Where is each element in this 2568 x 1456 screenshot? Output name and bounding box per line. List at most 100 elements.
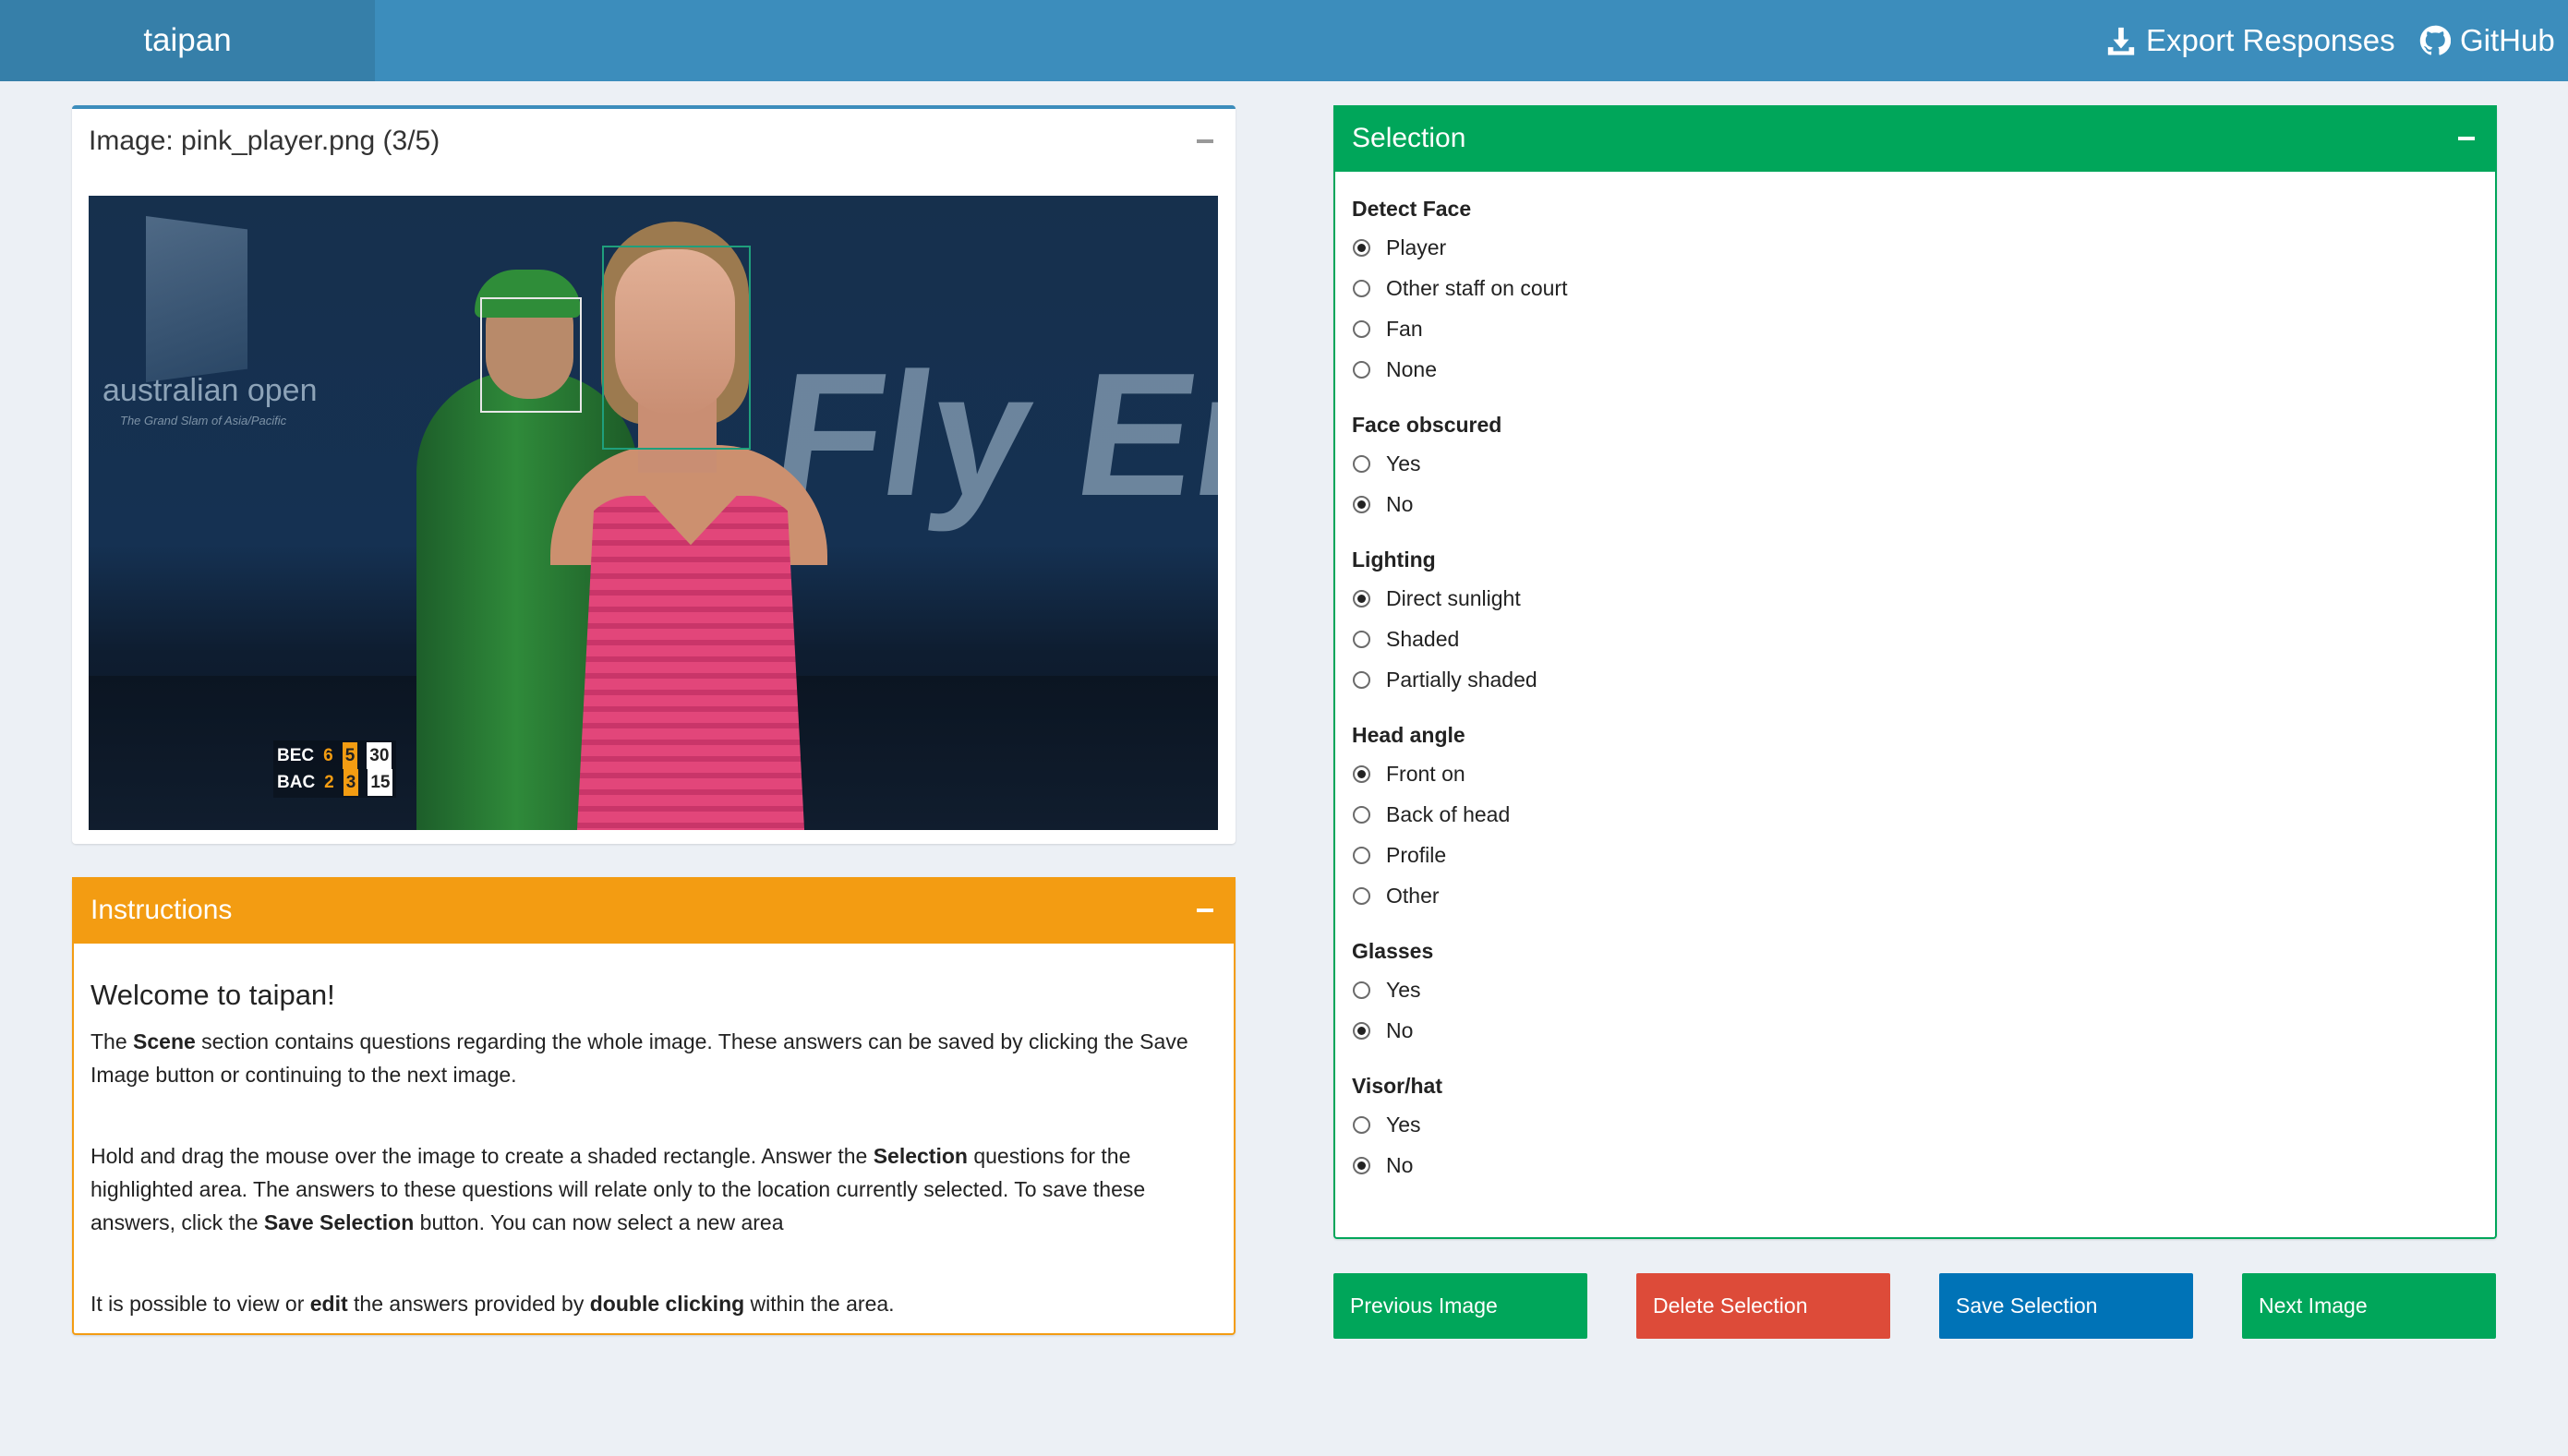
radio-option-label: Partially shaded (1386, 667, 1537, 692)
scoreboard-games: 2 (324, 773, 334, 792)
active-selection-rectangle[interactable] (602, 246, 751, 450)
radio-option-label: Yes (1386, 1112, 1421, 1137)
radio-option-label: Shaded (1386, 626, 1460, 651)
save-selection-button[interactable]: Save Selection (1939, 1273, 2193, 1339)
radio-option[interactable]: Profile (1352, 835, 2478, 875)
radio-button-selected[interactable] (1353, 495, 1370, 513)
export-responses-link[interactable]: Export Responses (2105, 0, 2395, 81)
delete-selection-button[interactable]: Delete Selection (1636, 1273, 1890, 1339)
github-link[interactable]: GitHub (2419, 0, 2555, 81)
emphasis-save-selection: Save Selection (263, 1210, 415, 1234)
question-label: Head angle (1352, 723, 1465, 747)
previous-image-button[interactable]: Previous Image (1333, 1273, 1587, 1339)
radio-option[interactable]: Shaded (1352, 619, 2478, 659)
radio-option[interactable]: Yes (1352, 443, 2478, 484)
annotation-image[interactable]: australian open The Grand Slam of Asia/P… (89, 196, 1218, 830)
radio-option[interactable]: Player (1352, 227, 2478, 268)
radio-option[interactable]: None (1352, 349, 2478, 390)
radio-option[interactable]: No (1352, 484, 2478, 524)
radio-option[interactable]: Fan (1352, 308, 2478, 349)
radio-option[interactable]: Back of head (1352, 794, 2478, 835)
text-run: section contains questions regarding the… (90, 1029, 1188, 1087)
radio-option[interactable]: Front on (1352, 753, 2478, 794)
emphasis-edit: edit (309, 1292, 348, 1316)
question-label: Face obscured (1352, 413, 1502, 437)
instructions-body: Welcome to taipan! The Scene section con… (74, 944, 1234, 1320)
image-panel-collapse-button[interactable] (1195, 131, 1215, 151)
github-icon (2419, 25, 2451, 55)
scoreboard-team: BAC (277, 773, 316, 792)
radio-button[interactable] (1353, 279, 1370, 297)
radio-option[interactable]: Other (1352, 875, 2478, 916)
text-run: The (90, 1029, 134, 1053)
radio-option[interactable]: Other staff on court (1352, 268, 2478, 308)
github-label: GitHub (2460, 23, 2555, 57)
question-group: Visor/hat Yes No (1352, 1067, 2478, 1185)
radio-button[interactable] (1353, 886, 1370, 905)
tv-scoreboard: BEC 6 5 30 BAC 2 3 15 (273, 740, 397, 798)
radio-button-selected[interactable] (1353, 589, 1370, 608)
radio-button[interactable] (1353, 1115, 1370, 1134)
tournament-logo-text: australian open (102, 373, 318, 408)
radio-option[interactable]: Yes (1352, 969, 2478, 1010)
radio-button[interactable] (1353, 360, 1370, 379)
scoreboard-row: BEC 6 5 30 (277, 742, 392, 769)
radio-button[interactable] (1353, 630, 1370, 648)
radio-option-label: Direct sunlight (1386, 585, 1521, 610)
radio-option-label: No (1386, 491, 1414, 516)
text-run: within the area. (744, 1292, 895, 1316)
player-tank-top (576, 496, 805, 830)
next-image-button[interactable]: Next Image (2242, 1273, 2496, 1339)
radio-button[interactable] (1353, 454, 1370, 473)
scoreboard-row: BAC 2 3 15 (277, 769, 393, 796)
radio-option-label: Other staff on court (1386, 275, 1568, 300)
image-panel: Image: pink_player.png (3/5) australian … (72, 105, 1236, 844)
radio-option[interactable]: Direct sunlight (1352, 578, 2478, 619)
scoreboard-points: 15 (368, 769, 393, 796)
instructions-paragraph-selection: Hold and drag the mouse over the image t… (90, 1139, 1217, 1239)
radio-button-selected[interactable] (1353, 238, 1370, 257)
selection-collapse-button[interactable] (2456, 128, 2477, 149)
scoreboard-games: 6 (323, 746, 333, 765)
radio-option-label: No (1386, 1017, 1414, 1042)
radio-button[interactable] (1353, 670, 1370, 689)
image-panel-title: Image: pink_player.png (3/5) (89, 126, 440, 156)
scoreboard-team: BEC (277, 746, 315, 765)
radio-button[interactable] (1353, 981, 1370, 999)
emphasis-selection: Selection (873, 1144, 968, 1168)
question-label: Visor/hat (1352, 1074, 1442, 1098)
radio-option[interactable]: No (1352, 1145, 2478, 1185)
radio-option[interactable]: Partially shaded (1352, 659, 2478, 700)
scoreboard-points: 30 (367, 742, 392, 769)
download-icon (2107, 27, 2135, 55)
selection-title: Selection (1352, 123, 1466, 153)
radio-button-selected[interactable] (1353, 1156, 1370, 1174)
text-run: It is possible to view or (90, 1292, 310, 1316)
instructions-collapse-button[interactable] (1195, 900, 1215, 921)
radio-option[interactable]: No (1352, 1010, 2478, 1051)
text-run: Hold and drag the mouse over the image t… (90, 1144, 874, 1168)
export-responses-label: Export Responses (2146, 23, 2395, 57)
question-label: Detect Face (1352, 197, 1472, 221)
text-run: the answers provided by (347, 1292, 590, 1316)
app-brand[interactable]: taipan (0, 0, 375, 81)
radio-button-selected[interactable] (1353, 764, 1370, 783)
emphasis-scene: Scene (133, 1029, 196, 1053)
radio-option-label: No (1386, 1152, 1414, 1177)
instructions-title: Instructions (90, 895, 233, 925)
radio-button[interactable] (1353, 805, 1370, 824)
radio-button-selected[interactable] (1353, 1021, 1370, 1040)
radio-button[interactable] (1353, 846, 1370, 864)
question-group: Detect Face Player Other staff on court Fan… (1352, 190, 2478, 390)
saved-selection-rectangle[interactable] (480, 297, 582, 413)
radio-option-label: Player (1386, 235, 1447, 259)
radio-button[interactable] (1353, 319, 1370, 338)
selection-questions: Detect Face Player Other staff on court Fan… (1335, 172, 2495, 1185)
instructions-heading: Welcome to taipan! (90, 979, 335, 1011)
question-group: Glasses Yes No (1352, 933, 2478, 1051)
top-navbar: taipan Export Responses GitHub (0, 0, 2568, 81)
question-label: Glasses (1352, 939, 1434, 963)
radio-option-label: None (1386, 356, 1437, 381)
radio-option-label: Yes (1386, 451, 1421, 475)
radio-option[interactable]: Yes (1352, 1104, 2478, 1145)
